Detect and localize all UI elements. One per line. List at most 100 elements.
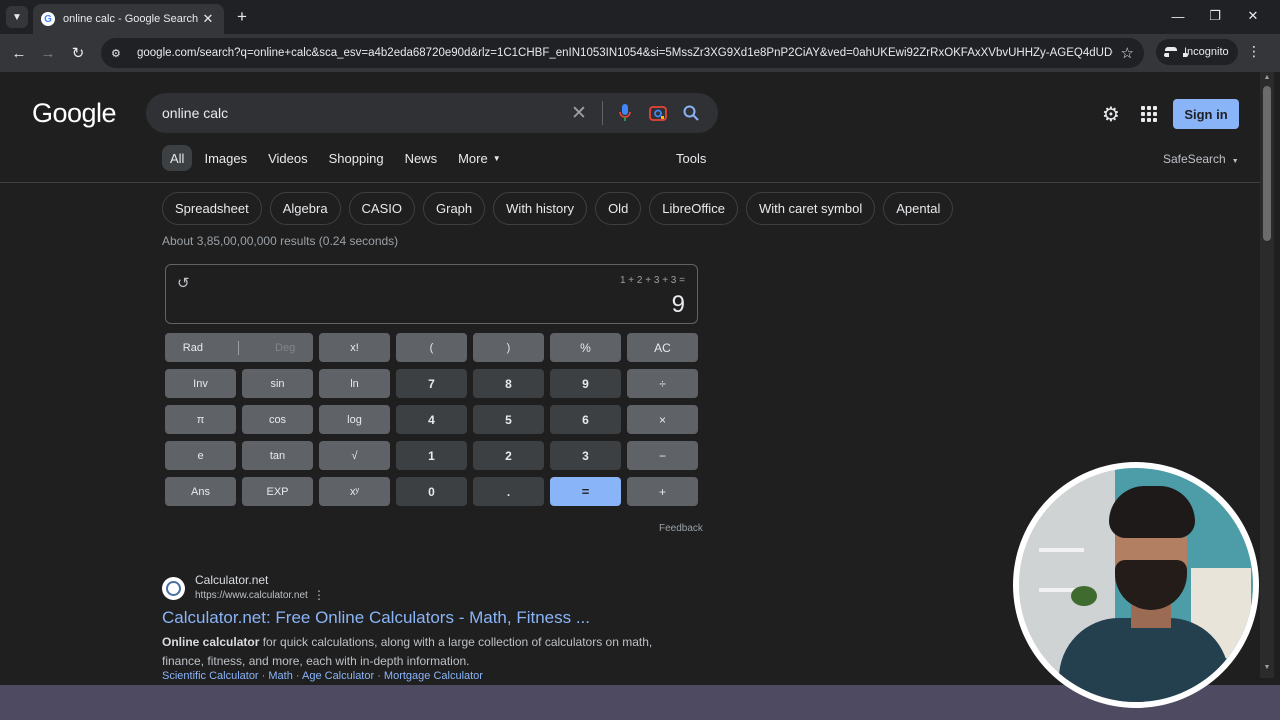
tab-images[interactable]: Images	[204, 145, 247, 171]
tab-news[interactable]: News	[405, 145, 438, 171]
chip-spreadsheet[interactable]: Spreadsheet	[162, 192, 262, 225]
chip-algebra[interactable]: Algebra	[269, 192, 341, 225]
reload-icon[interactable]: ↻	[67, 42, 89, 64]
clear-icon[interactable]: ✕	[568, 102, 590, 124]
calc-key[interactable]: x!	[319, 333, 390, 362]
calc-key[interactable]: xʸ	[319, 477, 390, 506]
google-logo[interactable]: Google	[32, 98, 117, 129]
chip-casio[interactable]: CASIO	[348, 192, 416, 225]
calc-key[interactable]: %	[550, 333, 621, 362]
calc-key[interactable]: tan	[242, 441, 313, 470]
calc-key[interactable]: 8	[473, 369, 544, 398]
calc-key[interactable]: 5	[473, 405, 544, 434]
safesearch-menu[interactable]: SafeSearch ▼	[1163, 152, 1239, 166]
more-options-icon[interactable]: ⋮	[313, 588, 325, 602]
calc-key[interactable]: Ans	[165, 477, 236, 506]
results-count: About 3,85,00,00,000 results (0.24 secon…	[162, 234, 399, 248]
mode-separator	[238, 340, 240, 355]
calc-key[interactable]: 0	[396, 477, 467, 506]
chip-graph[interactable]: Graph	[423, 192, 486, 225]
scroll-up-icon[interactable]: ▲	[1263, 74, 1271, 81]
calc-key[interactable]: 6	[550, 405, 621, 434]
rad-deg-toggle[interactable]: Rad Deg	[165, 333, 313, 362]
caret-down-icon: ▼	[1231, 158, 1239, 165]
calculator-display: ↺ 1 + 2 + 3 + 3 = 9	[165, 264, 698, 324]
plus-icon[interactable]: +	[232, 7, 252, 27]
calc-key[interactable]: ln	[319, 369, 390, 398]
chip-with-history[interactable]: With history	[493, 192, 588, 225]
calc-key[interactable]: 1	[396, 441, 467, 470]
forward-arrow-icon[interactable]: →	[37, 42, 59, 64]
calc-key[interactable]: =	[550, 477, 621, 506]
globe-icon[interactable]	[162, 577, 185, 600]
calc-key[interactable]: +	[627, 477, 698, 506]
result-title-link[interactable]: Calculator.net: Free Online Calculators …	[162, 608, 590, 628]
calc-key[interactable]: ×	[627, 405, 698, 434]
chip-libreoffice[interactable]: LibreOffice	[649, 192, 738, 225]
chip-apental[interactable]: Apental	[883, 192, 954, 225]
lens-camera-icon[interactable]	[647, 102, 669, 124]
calc-key[interactable]: .	[473, 477, 544, 506]
calculator-expression: 1 + 2 + 3 + 3 =	[619, 275, 685, 286]
search-divider	[602, 101, 603, 125]
calc-key[interactable]: 2	[473, 441, 544, 470]
search-icon[interactable]	[680, 102, 702, 124]
snippet-bold: Online calculator	[162, 635, 260, 649]
calc-key[interactable]: −	[627, 441, 698, 470]
calc-key[interactable]: (	[396, 333, 467, 362]
calculator-keypad: Rad Deg x!()% AC Inv sin ln 7 8 9 ÷ π cos log 4 5 6 × e t…	[165, 333, 698, 506]
site-settings-icon[interactable]: ⚙	[111, 47, 125, 60]
tab-all[interactable]: All	[162, 145, 193, 171]
calc-key[interactable]: π	[165, 405, 236, 434]
minimize-icon[interactable]: —	[1160, 5, 1196, 27]
calc-key[interactable]: log	[319, 405, 390, 434]
browser-tab[interactable]: G online calc - Google Search ✕	[33, 4, 224, 34]
calculator-result: 9	[671, 291, 685, 318]
search-query[interactable]: online calc	[162, 105, 557, 121]
tab-shopping[interactable]: Shopping	[329, 145, 384, 171]
close-window-icon[interactable]: ✕	[1235, 5, 1271, 27]
result-sublinks[interactable]: Scientific Calculator · Math · Age Calcu…	[162, 670, 483, 682]
result-site-url[interactable]: https://www.calculator.net	[195, 590, 308, 601]
sign-in-button[interactable]: Sign in	[1173, 99, 1239, 129]
scroll-down-icon[interactable]: ▼	[1263, 664, 1271, 671]
calc-key[interactable]: ÷	[627, 369, 698, 398]
feedback-link[interactable]: Feedback	[659, 523, 703, 534]
chip-with-caret-symbol[interactable]: With caret symbol	[745, 192, 876, 225]
browser-menu-icon[interactable]: ⋮	[1247, 43, 1261, 63]
calc-key[interactable]: sin	[242, 369, 313, 398]
calc-key[interactable]: AC	[627, 333, 698, 362]
scroll-thumb[interactable]	[1263, 86, 1271, 241]
close-icon[interactable]: ✕	[200, 11, 216, 27]
calc-key[interactable]: 9	[550, 369, 621, 398]
result-site-name[interactable]: Calculator.net	[195, 573, 268, 587]
calc-key[interactable]: 4	[396, 405, 467, 434]
bookmark-star-icon[interactable]: ☆	[1121, 44, 1134, 62]
microphone-icon[interactable]	[614, 102, 636, 124]
search-input[interactable]: online calc ✕	[146, 93, 718, 133]
browser-toolbar: ← → ↻ ⚙ google.com/search?q=online+calc&…	[0, 34, 1280, 72]
address-bar[interactable]: ⚙ google.com/search?q=online+calc&sca_es…	[101, 38, 1144, 68]
tab-more[interactable]: More ▼	[458, 145, 501, 171]
deg-label: Deg	[275, 341, 296, 354]
calc-key[interactable]: cos	[242, 405, 313, 434]
apps-grid-icon[interactable]	[1141, 106, 1157, 122]
chip-old[interactable]: Old	[595, 192, 642, 225]
calc-key[interactable]: e	[165, 441, 236, 470]
restore-icon[interactable]: ❐	[1197, 5, 1233, 27]
tab-videos[interactable]: Videos	[268, 145, 308, 171]
calc-key[interactable]: √	[319, 441, 390, 470]
back-arrow-icon[interactable]: ←	[8, 42, 30, 64]
gear-icon[interactable]: ⚙	[1100, 104, 1122, 126]
calc-key[interactable]: )	[473, 333, 544, 362]
calc-key[interactable]: 7	[396, 369, 467, 398]
incognito-badge[interactable]: Incognito	[1156, 39, 1238, 65]
history-icon[interactable]: ↺	[177, 274, 190, 292]
tools-button[interactable]: Tools	[676, 151, 706, 166]
incognito-label: Incognito	[1184, 46, 1229, 58]
calc-key[interactable]: 3	[550, 441, 621, 470]
calc-key[interactable]: EXP	[242, 477, 313, 506]
page-scrollbar[interactable]: ▲ ▼	[1260, 72, 1274, 678]
chevron-down-icon[interactable]: ▼	[6, 6, 28, 28]
calc-key[interactable]: Inv	[165, 369, 236, 398]
